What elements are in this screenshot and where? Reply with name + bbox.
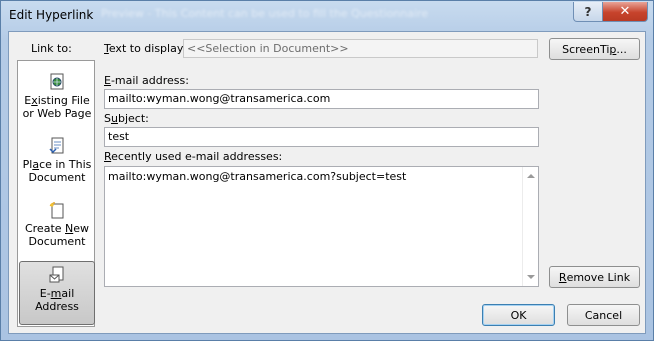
web-page-icon [50,73,64,90]
cancel-button[interactable]: Cancel [567,304,640,326]
subject-label: Subject: [104,112,149,125]
scroll-down-icon[interactable] [527,275,535,279]
close-button[interactable]: ✕ [602,2,648,22]
help-icon: ? [584,4,592,19]
link-to-panel: Existing File or Web Page Place in This … [17,60,95,327]
link-to-existing-file[interactable]: Existing File or Web Page [19,69,95,131]
help-button[interactable]: ? [573,2,603,22]
place-in-document-icon [49,137,64,154]
recent-list-scrollbar[interactable] [522,167,538,286]
background-window-text: Preview - This Content can be used to fi… [101,7,429,20]
link-to-email-address[interactable]: E-mail Address [19,261,95,325]
email-address-input[interactable]: mailto:wyman.wong@transamerica.com [104,89,539,109]
link-to-create-new-document[interactable]: Create New Document [19,197,95,259]
close-icon: ✕ [619,4,631,19]
text-to-display-label: Text to display: [104,42,187,55]
dialog-client-area: Link to: Existing File or Web Page Place… [8,31,646,334]
dialog-title: Edit Hyperlink [9,8,94,22]
link-to-place-in-document[interactable]: Place in This Document [19,133,95,195]
scroll-up-icon[interactable] [527,174,535,178]
link-to-label: Link to: [31,42,72,55]
screentip-button[interactable]: ScreenTi p... [549,38,640,60]
text-to-display-field[interactable]: <<Selection in Document>> [183,39,538,58]
new-document-icon [49,202,64,219]
subject-input[interactable]: test [104,127,539,147]
title-bar[interactable]: Edit Hyperlink Preview - This Content ca… [1,1,653,31]
email-address-icon [49,266,64,283]
recent-addresses-label: Recently used e-mail addresses: [104,150,283,163]
email-address-label: E-mail address: [104,74,189,87]
recent-address-item[interactable]: mailto:wyman.wong@transamerica.com?subje… [108,170,406,183]
edit-hyperlink-dialog: Edit Hyperlink Preview - This Content ca… [0,0,654,341]
recent-addresses-list[interactable]: mailto:wyman.wong@transamerica.com?subje… [104,166,539,287]
remove-link-button[interactable]: Remove Link [549,266,640,288]
ok-button[interactable]: OK [482,304,555,326]
